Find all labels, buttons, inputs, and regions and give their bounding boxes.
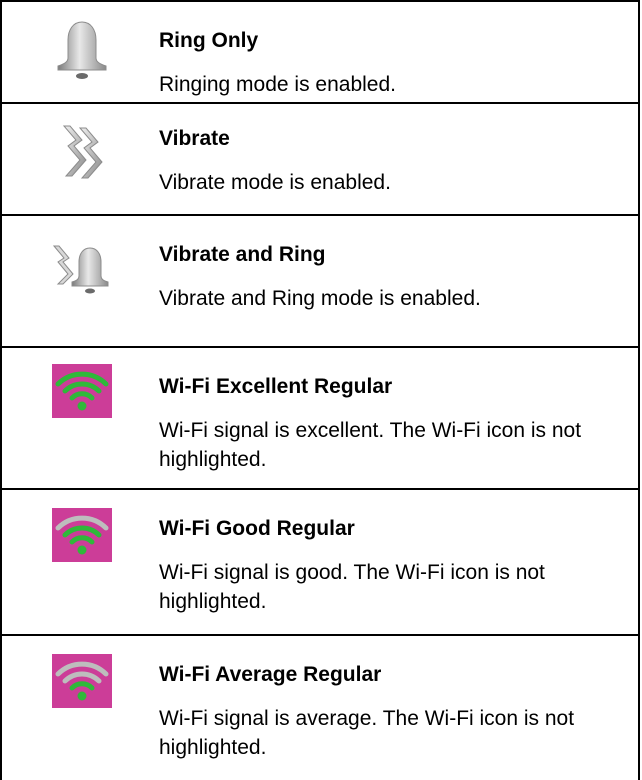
row-title: Wi-Fi Excellent Regular xyxy=(159,375,393,398)
row-description: Vibrate mode is enabled. xyxy=(159,171,391,194)
table-row: Wi-Fi Good Regular Wi-Fi signal is good.… xyxy=(2,488,638,636)
row-title: Vibrate and Ring xyxy=(159,243,326,266)
row-description: Wi-Fi signal is good. The Wi-Fi icon is … xyxy=(159,561,545,613)
row-title: Wi-Fi Good Regular xyxy=(159,517,355,540)
row-title: Vibrate xyxy=(159,127,230,150)
row-title: Wi-Fi Average Regular xyxy=(159,663,382,686)
table-row: Vibrate Vibrate mode is enabled. xyxy=(2,100,638,216)
row-description: Wi-Fi signal is average. The Wi-Fi icon … xyxy=(159,707,575,759)
row-description: Vibrate and Ring mode is enabled. xyxy=(159,287,481,310)
table-row: Wi-Fi Average Regular Wi-Fi signal is av… xyxy=(2,634,638,780)
icon-description-table: Ring Only Ringing mode is enabled. Vibra… xyxy=(0,0,640,780)
bell-icon xyxy=(46,14,118,86)
table-row: Ring Only Ringing mode is enabled. xyxy=(2,0,638,104)
vibrate-icon xyxy=(46,116,118,188)
row-description: Ringing mode is enabled. xyxy=(159,73,396,96)
row-description: Wi-Fi signal is excellent. The Wi-Fi ico… xyxy=(159,419,582,471)
row-title: Ring Only xyxy=(159,29,259,52)
wifi-excellent-icon xyxy=(52,364,124,436)
vibrate-bell-icon xyxy=(46,232,118,304)
table-row: Vibrate and Ring Vibrate and Ring mode i… xyxy=(2,214,638,348)
wifi-good-icon xyxy=(52,508,124,580)
table-row: Wi-Fi Excellent Regular Wi-Fi signal is … xyxy=(2,346,638,490)
wifi-average-icon xyxy=(52,654,124,726)
